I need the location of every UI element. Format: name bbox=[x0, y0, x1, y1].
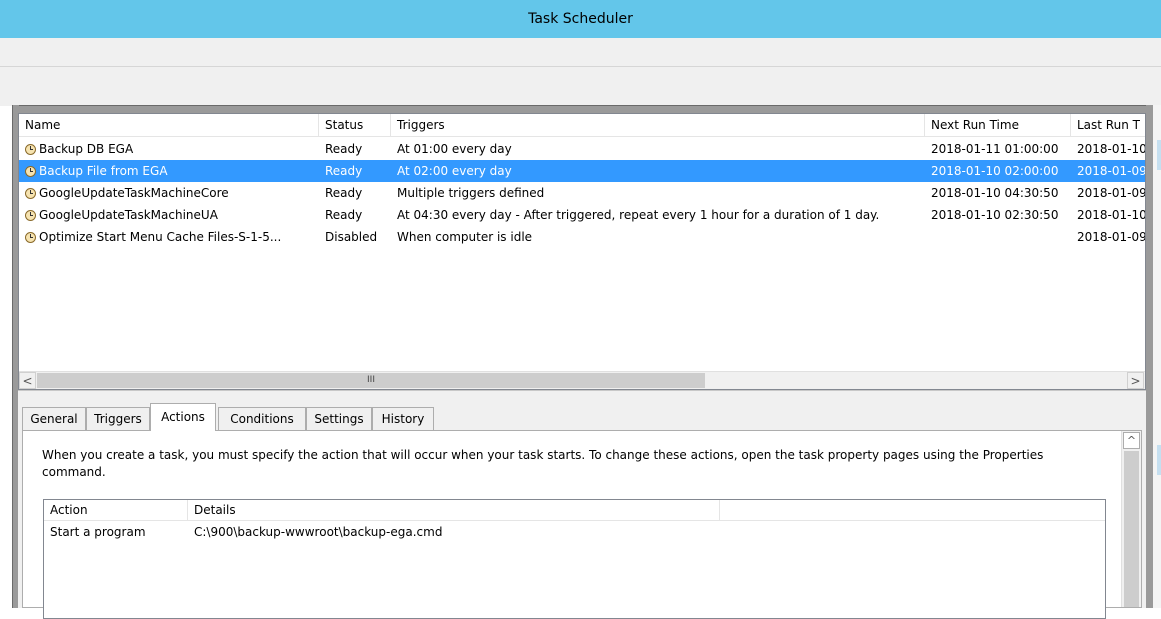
task-last-run-time-text: 2018-01-10 bbox=[1077, 142, 1146, 156]
task-next-run-time-text: 2018-01-10 02:00:00 bbox=[931, 164, 1059, 178]
task-name-text: GoogleUpdateTaskMachineUA bbox=[39, 208, 218, 222]
vertical-scrollbar[interactable]: ^ bbox=[1121, 431, 1141, 607]
clock-icon bbox=[25, 232, 36, 243]
scroll-up-button[interactable]: ^ bbox=[1123, 432, 1140, 449]
task-next-run-time: 2018-01-10 02:30:50 bbox=[925, 204, 1071, 226]
column-header-details[interactable]: Details bbox=[188, 500, 720, 520]
table-row[interactable]: Optimize Start Menu Cache Files-S-1-5...… bbox=[19, 226, 1146, 248]
task-name-text: Optimize Start Menu Cache Files-S-1-5... bbox=[39, 230, 282, 244]
task-name: Optimize Start Menu Cache Files-S-1-5... bbox=[19, 226, 319, 248]
task-triggers-text: At 01:00 every day bbox=[397, 142, 512, 156]
task-status: Ready bbox=[319, 138, 391, 160]
tab-triggers[interactable]: Triggers bbox=[86, 407, 150, 430]
task-status: Ready bbox=[319, 160, 391, 182]
actions-pane-highlight bbox=[1157, 445, 1161, 475]
column-header-next-run-time[interactable]: Next Run Time bbox=[925, 114, 1071, 136]
tab-settings[interactable]: Settings bbox=[306, 407, 372, 430]
task-last-run-time-text: 2018-01-09 bbox=[1077, 164, 1146, 178]
task-triggers: Multiple triggers defined bbox=[391, 182, 925, 204]
task-name: GoogleUpdateTaskMachineCore bbox=[19, 182, 319, 204]
task-name-text: GoogleUpdateTaskMachineCore bbox=[39, 186, 229, 200]
table-row[interactable]: Backup File from EGA Ready At 02:00 every … bbox=[19, 160, 1146, 182]
task-status: Ready bbox=[319, 182, 391, 204]
task-status: Ready bbox=[319, 204, 391, 226]
table-row[interactable]: GoogleUpdateTaskMachineUA Ready At 04:30 e… bbox=[19, 204, 1146, 226]
task-name-text: Backup DB EGA bbox=[39, 142, 134, 156]
task-status-text: Ready bbox=[325, 186, 363, 200]
task-last-run-time: 2018-01-10 bbox=[1071, 138, 1146, 160]
task-triggers: At 04:30 every day - After triggered, re… bbox=[391, 204, 925, 226]
task-next-run-time-text: 2018-01-11 01:00:00 bbox=[931, 142, 1059, 156]
task-status-text: Ready bbox=[325, 208, 363, 222]
actions-tab-page: When you create a task, you must specify… bbox=[22, 430, 1142, 619]
column-header-name[interactable]: Name bbox=[19, 114, 319, 136]
actions-list-header: Action Details bbox=[44, 500, 1105, 521]
task-status-text: Ready bbox=[325, 142, 363, 156]
clock-icon bbox=[25, 166, 36, 177]
menu-bar bbox=[0, 38, 1161, 67]
task-last-run-time-text: 2018-01-09 bbox=[1077, 230, 1146, 244]
scroll-thumb[interactable] bbox=[1124, 451, 1139, 607]
task-triggers-text: At 04:30 every day - After triggered, re… bbox=[397, 208, 880, 222]
task-last-run-time: 2018-01-10 bbox=[1071, 204, 1146, 226]
task-last-run-time-text: 2018-01-09 bbox=[1077, 186, 1146, 200]
task-next-run-time-text: 2018-01-10 02:30:50 bbox=[931, 208, 1059, 222]
column-header-status[interactable]: Status bbox=[319, 114, 391, 136]
task-details-panel: General Triggers Actions Conditions Sett… bbox=[18, 402, 1146, 619]
tab-history[interactable]: History bbox=[372, 407, 434, 430]
scroll-right-button[interactable]: > bbox=[1127, 372, 1144, 389]
task-triggers: At 02:00 every day bbox=[391, 160, 925, 182]
actions-pane-highlight bbox=[1157, 140, 1161, 170]
task-triggers-text: Multiple triggers defined bbox=[397, 186, 545, 200]
actions-pane-edge bbox=[1153, 105, 1161, 608]
action-type: Start a program bbox=[50, 525, 146, 539]
task-list[interactable]: Name Status Triggers Next Run Time Last … bbox=[18, 113, 1146, 390]
column-header-last-run-time[interactable]: Last Run T bbox=[1071, 114, 1145, 136]
task-next-run-time bbox=[925, 226, 1071, 248]
horizontal-scrollbar[interactable]: < III > bbox=[19, 371, 1145, 389]
task-status-text: Disabled bbox=[325, 230, 378, 244]
task-triggers: At 01:00 every day bbox=[391, 138, 925, 160]
window-titlebar: Task Scheduler bbox=[0, 0, 1161, 38]
task-next-run-time-text: 2018-01-10 04:30:50 bbox=[931, 186, 1059, 200]
clock-icon bbox=[25, 188, 36, 199]
task-last-run-time-text: 2018-01-10 bbox=[1077, 208, 1146, 222]
scroll-thumb[interactable]: III bbox=[37, 373, 705, 388]
clock-icon bbox=[25, 210, 36, 221]
task-next-run-time: 2018-01-11 01:00:00 bbox=[925, 138, 1071, 160]
task-triggers: When computer is idle bbox=[391, 226, 925, 248]
table-row[interactable]: GoogleUpdateTaskMachineCore Ready Multiple… bbox=[19, 182, 1146, 204]
task-triggers-text: At 02:00 every day bbox=[397, 164, 512, 178]
task-name: Backup File from EGA bbox=[19, 160, 319, 182]
action-details: C:\900\backup-wwwroot\backup-ega.cmd bbox=[194, 525, 443, 539]
task-name: GoogleUpdateTaskMachineUA bbox=[19, 204, 319, 226]
table-row[interactable]: Backup DB EGA Ready At 01:00 every day 2018… bbox=[19, 138, 1146, 160]
clock-icon bbox=[25, 144, 36, 155]
window-title: Task Scheduler bbox=[528, 11, 633, 27]
tab-conditions[interactable]: Conditions bbox=[218, 407, 306, 430]
task-last-run-time: 2018-01-09 bbox=[1071, 182, 1146, 204]
tab-actions[interactable]: Actions bbox=[150, 403, 216, 431]
pane-frame-right[interactable] bbox=[1146, 105, 1153, 608]
task-last-run-time: 2018-01-09 bbox=[1071, 226, 1146, 248]
column-header-action[interactable]: Action bbox=[44, 500, 188, 520]
task-status-text: Ready bbox=[325, 164, 363, 178]
task-name-text: Backup File from EGA bbox=[39, 164, 168, 178]
actions-description: When you create a task, you must specify… bbox=[42, 448, 1044, 479]
list-item[interactable]: Start a program C:\900\backup-wwwroot\ba… bbox=[44, 522, 1105, 542]
task-next-run-time: 2018-01-10 02:00:00 bbox=[925, 160, 1071, 182]
actions-list[interactable]: Action Details Start a program C:\900\ba… bbox=[43, 499, 1106, 619]
task-list-header: Name Status Triggers Next Run Time Last … bbox=[19, 114, 1145, 137]
toolbar-area bbox=[0, 67, 1161, 106]
task-last-run-time: 2018-01-09 bbox=[1071, 160, 1146, 182]
pane-splitter[interactable] bbox=[18, 390, 1146, 402]
task-triggers-text: When computer is idle bbox=[397, 230, 533, 244]
task-name: Backup DB EGA bbox=[19, 138, 319, 160]
task-next-run-time: 2018-01-10 04:30:50 bbox=[925, 182, 1071, 204]
task-status: Disabled bbox=[319, 226, 391, 248]
tab-general[interactable]: General bbox=[22, 407, 86, 430]
column-header-triggers[interactable]: Triggers bbox=[391, 114, 925, 136]
scroll-left-button[interactable]: < bbox=[19, 372, 36, 389]
